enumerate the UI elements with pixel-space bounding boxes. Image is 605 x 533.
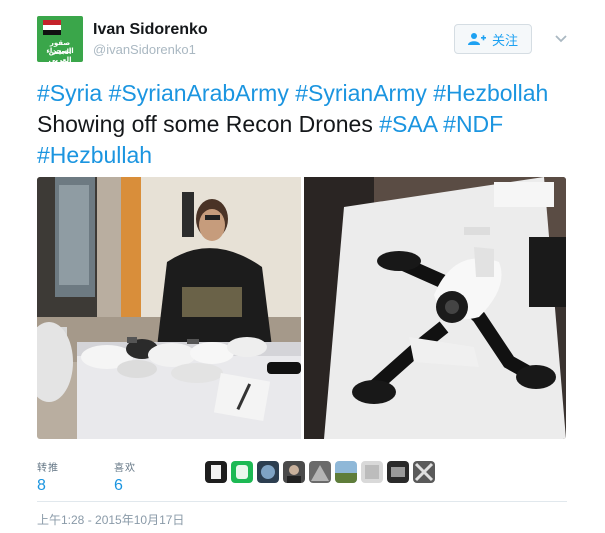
retweets-stat[interactable]: 转推 8 bbox=[37, 459, 59, 495]
hashtag-link[interactable]: #SyrianArabArmy bbox=[109, 80, 289, 106]
hashtag-link[interactable]: #Hezbullah bbox=[37, 142, 152, 168]
follow-label: 关注 bbox=[491, 32, 518, 48]
likes-label: 喜欢 bbox=[114, 463, 136, 474]
avatar-text-line2: الجيش العربي bbox=[48, 49, 72, 62]
liker-avatar[interactable] bbox=[283, 461, 305, 483]
tweet-text: #Syria #SyrianArabArmy #SyrianArmy #Hezb… bbox=[37, 78, 567, 171]
display-name[interactable]: Ivan Sidorenko bbox=[93, 21, 208, 39]
likes-count: 6 bbox=[114, 477, 123, 494]
photo-man-with-drones[interactable] bbox=[37, 177, 301, 439]
flag-black-stripe bbox=[43, 30, 61, 35]
tweet-text-segment: Showing off some Recon Drones bbox=[37, 111, 380, 137]
add-user-icon bbox=[467, 32, 486, 46]
liker-avatar[interactable] bbox=[413, 461, 435, 483]
follow-button[interactable]: 关注 bbox=[454, 24, 532, 54]
retweets-label: 转推 bbox=[37, 463, 59, 474]
liker-avatar[interactable] bbox=[257, 461, 279, 483]
chevron-down-icon[interactable] bbox=[553, 30, 569, 46]
hashtag-link[interactable]: #Syria bbox=[37, 80, 102, 106]
liker-avatar[interactable] bbox=[387, 461, 409, 483]
liker-avatar[interactable] bbox=[335, 461, 357, 483]
retweets-count: 8 bbox=[37, 477, 46, 494]
avatar[interactable]: صقور الصحراء الجيش العربي bbox=[37, 16, 83, 62]
liker-avatar[interactable] bbox=[231, 461, 253, 483]
likes-stat[interactable]: 喜欢 6 bbox=[114, 459, 136, 495]
liker-avatar[interactable] bbox=[205, 461, 227, 483]
hashtag-link[interactable]: #SAA bbox=[379, 111, 437, 137]
divider bbox=[37, 501, 567, 502]
hashtag-link[interactable]: #Hezbollah bbox=[433, 80, 548, 106]
tweet-card: صقور الصحراء الجيش العربي Ivan Sidorenko… bbox=[0, 0, 605, 533]
hashtag-link[interactable]: #NDF bbox=[443, 111, 503, 137]
tweet-timestamp[interactable]: 上午1:28 - 2015年10月17日 bbox=[37, 511, 184, 528]
liker-avatar[interactable] bbox=[361, 461, 383, 483]
hashtag-link[interactable]: #SyrianArmy bbox=[295, 80, 427, 106]
liker-avatars bbox=[205, 461, 435, 483]
liker-avatar[interactable] bbox=[309, 461, 331, 483]
photo-drone-closeup[interactable] bbox=[304, 177, 566, 439]
user-handle[interactable]: @ivanSidorenko1 bbox=[93, 42, 196, 57]
